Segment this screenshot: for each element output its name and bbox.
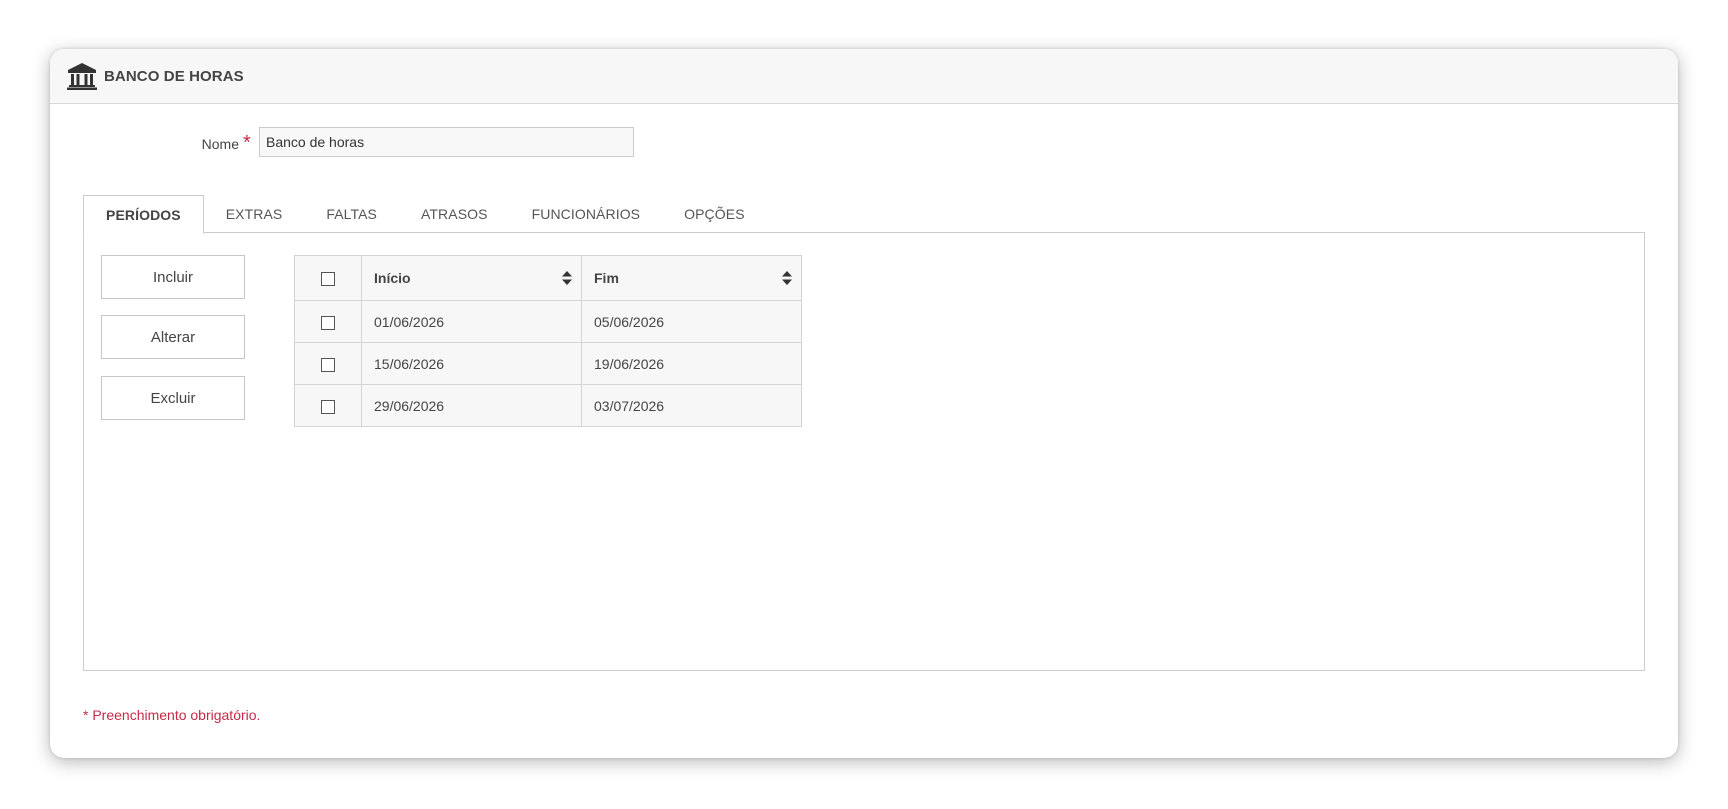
tab-funcionarios[interactable]: FUNCIONÁRIOS: [510, 195, 663, 232]
bank-icon: [67, 61, 97, 91]
tab-faltas[interactable]: FALTAS: [304, 195, 399, 232]
table-row[interactable]: 15/06/2026 19/06/2026: [294, 342, 802, 385]
window-header: BANCO DE HORAS: [50, 49, 1678, 104]
required-fields-note: * Preenchimento obrigatório.: [83, 707, 261, 723]
cell-inicio: 29/06/2026: [361, 384, 582, 427]
table-row[interactable]: 29/06/2026 03/07/2026: [294, 384, 802, 427]
table-row[interactable]: 01/06/2026 05/06/2026: [294, 300, 802, 343]
cell-fim: 03/07/2026: [581, 384, 802, 427]
banco-de-horas-window: BANCO DE HORAS Nome * PERÍODOS EXTRAS FA…: [50, 49, 1678, 758]
sort-icon[interactable]: [782, 271, 792, 285]
sort-icon[interactable]: [562, 271, 572, 285]
cell-inicio: 15/06/2026: [361, 342, 582, 385]
window-title: BANCO DE HORAS: [104, 67, 244, 85]
tab-bar: PERÍODOS EXTRAS FALTAS ATRASOS FUNCIONÁR…: [83, 195, 767, 234]
cell-fim: 19/06/2026: [581, 342, 802, 385]
required-marker: *: [243, 132, 251, 154]
select-all-cell: [294, 255, 362, 301]
name-label: Nome: [201, 136, 239, 152]
cell-fim: 05/06/2026: [581, 300, 802, 343]
name-field-row: Nome *: [50, 127, 750, 161]
tab-atrasos[interactable]: ATRASOS: [399, 195, 510, 232]
row-checkbox[interactable]: [321, 315, 335, 330]
row-checkbox[interactable]: [321, 399, 335, 414]
select-all-checkbox[interactable]: [321, 272, 335, 287]
add-button[interactable]: Incluir: [101, 255, 245, 299]
column-header-inicio[interactable]: Início: [361, 255, 582, 301]
row-select-cell: [294, 384, 362, 427]
periods-table: Início Fim 01/06/2026 05/06/2026 15/06/2…: [294, 255, 802, 427]
delete-button[interactable]: Excluir: [101, 376, 245, 420]
column-header-fim[interactable]: Fim: [581, 255, 802, 301]
name-input[interactable]: [259, 127, 634, 157]
tab-opcoes[interactable]: OPÇÕES: [662, 195, 767, 232]
tab-periodos[interactable]: PERÍODOS: [83, 195, 204, 234]
row-checkbox[interactable]: [321, 357, 335, 372]
row-select-cell: [294, 300, 362, 343]
row-select-cell: [294, 342, 362, 385]
tab-extras[interactable]: EXTRAS: [204, 195, 305, 232]
table-header-row: Início Fim: [294, 255, 802, 301]
periodos-panel: Incluir Alterar Excluir Início Fim 01/06…: [83, 232, 1645, 671]
edit-button[interactable]: Alterar: [101, 315, 245, 359]
column-label-inicio: Início: [374, 270, 411, 286]
column-label-fim: Fim: [594, 270, 619, 286]
cell-inicio: 01/06/2026: [361, 300, 582, 343]
